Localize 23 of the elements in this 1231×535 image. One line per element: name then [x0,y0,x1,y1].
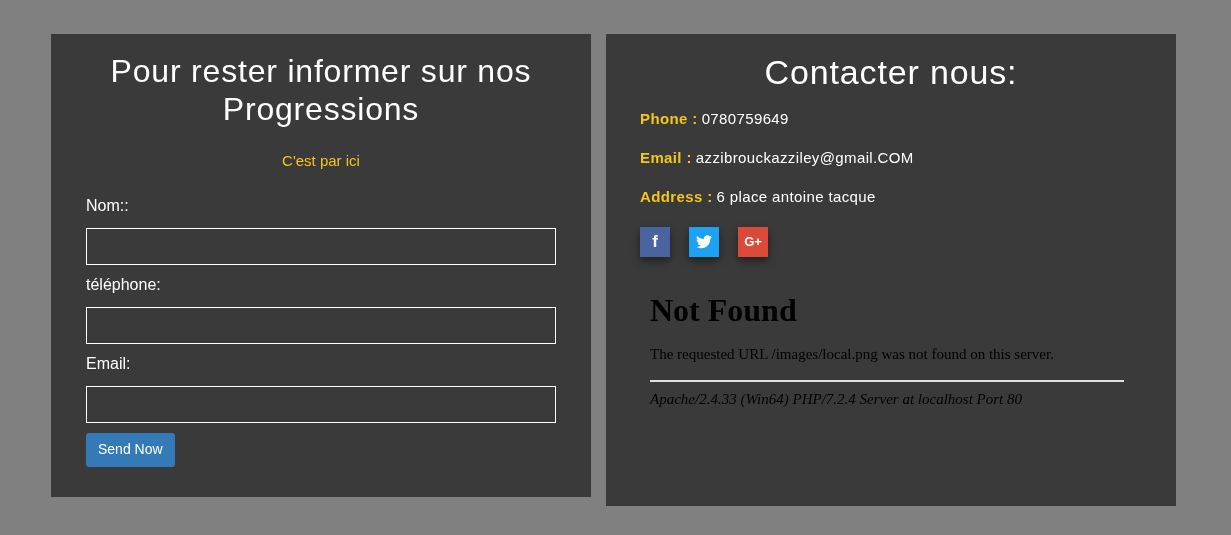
contact-value: 6 place antoine tacque [716,187,876,207]
error-heading: Not Found [650,291,797,329]
send-button[interactable]: Send Now [86,432,175,467]
link[interactable]: C'est par ici [282,150,360,173]
google-plus-button[interactable]: G+ [738,227,768,257]
contact-value: azzibrouckazziley@gmail.COM [695,148,914,168]
bird-button[interactable] [689,227,719,257]
panel-title: Pour rester informer sur nos Progressions [109,52,533,128]
input-field[interactable] [86,227,556,265]
facebook-button[interactable]: f [640,227,670,257]
input-field[interactable] [86,306,556,344]
input-field[interactable] [86,385,556,423]
error-message: The requested URL /images/local.png was not found on this server. [650,345,1054,364]
panel-title: Contacter nous: [763,52,1019,92]
field-label: Email: [86,353,131,374]
server-signature: Apache/2.4.33 (Win64) PHP/7.2.4 Server at localhost Port 80 [650,389,1023,409]
contact-label: Address : [640,187,713,207]
contact-label: Phone : [640,109,698,129]
contact-value: 0780759649 [701,109,789,129]
contact-label: Email : [640,148,692,168]
field-label: Nom:: [86,195,129,216]
bird-icon [696,235,712,249]
field-label: téléphone: [86,274,161,295]
